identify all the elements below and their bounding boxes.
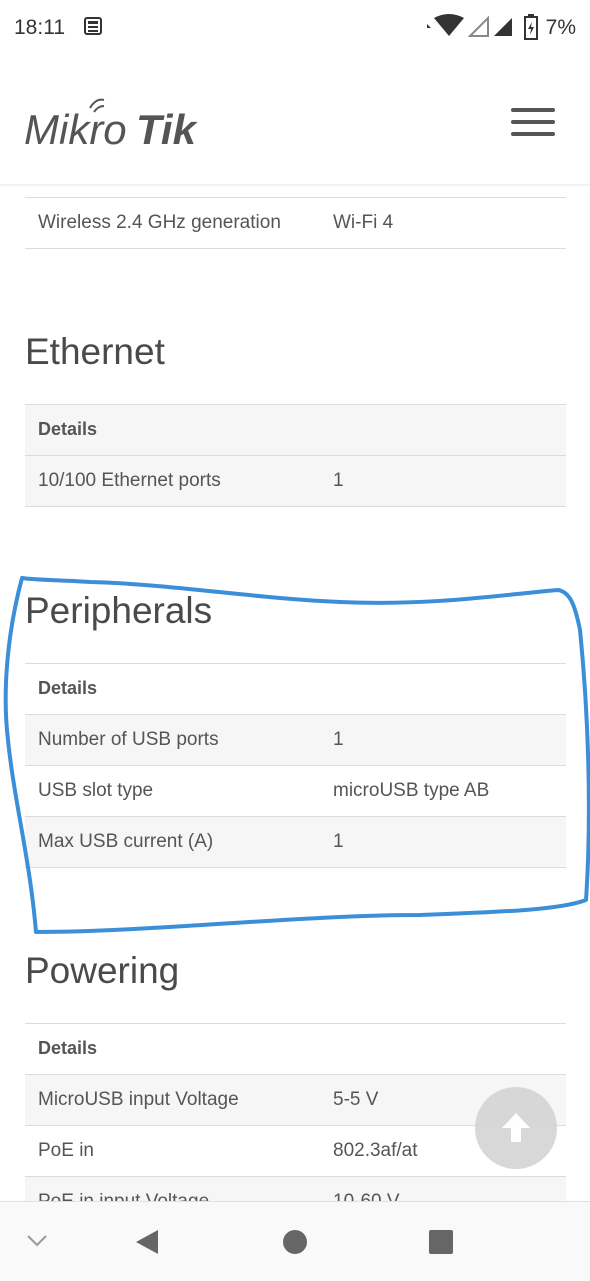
site-header: Mikro Tik xyxy=(0,56,590,186)
wireless-table: Wireless 2.4 GHz generation Wi-Fi 4 xyxy=(25,197,566,249)
logo-text-a: Mikro xyxy=(24,106,127,153)
spec-label: Wireless 2.4 GHz generation xyxy=(38,212,281,233)
chevron-down-icon[interactable] xyxy=(26,1234,48,1248)
ethernet-table: Details 10/100 Ethernet ports 1 xyxy=(25,404,566,507)
wifi-icon xyxy=(427,14,464,36)
spec-label: USB slot type xyxy=(38,780,154,801)
spec-value: 802.3af/at xyxy=(333,1140,418,1161)
section-title-peripherals: Peripherals xyxy=(25,590,213,631)
peripherals-table: Details Number of USB ports 1 USB slot t… xyxy=(25,663,566,868)
clock: 18:11 xyxy=(14,16,65,39)
home-icon[interactable] xyxy=(282,1229,308,1255)
mikrotik-logo[interactable]: Mikro Tik xyxy=(24,96,224,161)
header-divider xyxy=(0,184,590,187)
details-label: Details xyxy=(38,678,98,698)
spec-value: microUSB type AB xyxy=(333,780,490,801)
details-label: Details xyxy=(38,1038,98,1058)
section-title-powering: Powering xyxy=(25,950,180,991)
table-row: USB slot type microUSB type AB xyxy=(25,765,566,816)
spec-value: Wi-Fi 4 xyxy=(333,212,394,233)
system-nav-bar xyxy=(0,1201,590,1281)
battery-icon xyxy=(524,14,538,40)
recents-icon[interactable] xyxy=(428,1229,454,1255)
spec-label: Max USB current (A) xyxy=(38,831,214,852)
table-header: Details xyxy=(25,1023,566,1074)
scroll-to-top-button[interactable] xyxy=(475,1087,557,1169)
spec-value: 5-5 V xyxy=(333,1089,379,1110)
spec-label: MicroUSB input Voltage xyxy=(38,1089,239,1110)
battery-percent: 7% xyxy=(545,16,576,39)
section-title-ethernet: Ethernet xyxy=(25,331,165,372)
table-header: Details xyxy=(25,404,566,455)
spec-label: 10/100 Ethernet ports xyxy=(38,470,221,491)
table-header: Details xyxy=(25,663,566,714)
logo-text-b: Tik xyxy=(136,106,199,153)
details-label: Details xyxy=(38,419,98,439)
table-row: Wireless 2.4 GHz generation Wi-Fi 4 xyxy=(25,197,566,249)
news-icon xyxy=(84,17,102,35)
table-row: 10/100 Ethernet ports 1 xyxy=(25,455,566,507)
arrow-up-icon xyxy=(502,1113,530,1142)
table-row: Max USB current (A) 1 xyxy=(25,816,566,868)
status-bar: 18:11 7% xyxy=(0,0,590,56)
logo-mark: Mikro Tik xyxy=(24,98,199,153)
back-icon[interactable] xyxy=(134,1228,160,1256)
signal-empty-icon xyxy=(468,15,489,37)
spec-label: PoE in xyxy=(38,1140,94,1161)
spec-label: Number of USB ports xyxy=(38,729,219,750)
spec-value: 1 xyxy=(333,831,344,852)
spec-value: 1 xyxy=(333,470,344,491)
hamburger-menu-icon[interactable] xyxy=(511,108,555,138)
table-row: Number of USB ports 1 xyxy=(25,714,566,765)
signal-icon xyxy=(494,18,512,36)
spec-value: 1 xyxy=(333,729,344,750)
